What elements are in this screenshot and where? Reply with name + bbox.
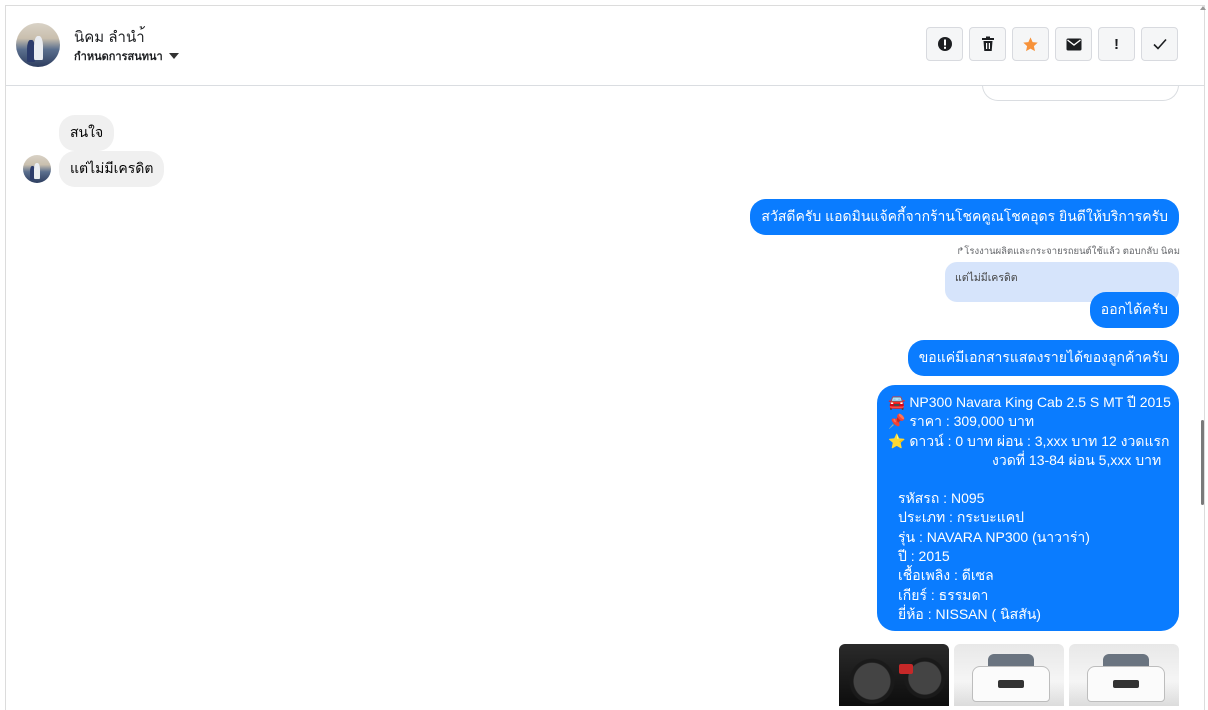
photo-attachments <box>839 644 1179 706</box>
vehicle-detail: เกียร์ : ธรรมดา <box>898 586 989 603</box>
vehicle-detail: ประเภท : กระบะแคป <box>898 509 1025 526</box>
mark-spam-button[interactable] <box>926 27 963 61</box>
vehicle-down-payment: ⭐ ดาวน์ : 0 บาท ผ่อน : 3,xxx บาท 12 งวดแ… <box>888 432 1170 449</box>
conversation-status-dropdown[interactable]: กำหนดการสนทนา <box>74 47 179 65</box>
mail-icon <box>1066 38 1081 50</box>
truck-photo[interactable] <box>954 644 1064 706</box>
scrollbar-thumb[interactable] <box>1201 420 1204 505</box>
contact-avatar[interactable] <box>16 23 60 67</box>
scroll-up-arrow[interactable] <box>1200 6 1206 10</box>
outgoing-message[interactable]: ออกได้ครับ <box>1089 292 1179 328</box>
incoming-message[interactable]: สนใจ <box>59 115 115 151</box>
vehicle-detail: รหัสรถ : N095 <box>898 490 985 507</box>
vehicle-detail: รุ่น : NAVARA NP300 (นาวาร่า) <box>898 528 1090 545</box>
vehicle-detail: ปี : 2015 <box>898 548 950 565</box>
follow-up-button[interactable]: ! <box>1098 27 1135 61</box>
star-button[interactable] <box>1012 27 1049 61</box>
truck-photo[interactable] <box>1069 644 1179 706</box>
outgoing-message[interactable]: สวัสดีครับ แอดมินแจ้คกี้จากร้านโชคคูณโชค… <box>750 199 1179 235</box>
outgoing-message[interactable]: ขอแค่มีเอกสารแสดงรายได้ของลูกค้าครับ <box>907 340 1179 376</box>
dashboard-photo[interactable] <box>839 644 949 706</box>
trash-icon <box>981 36 994 51</box>
conversation-status-label: กำหนดการสนทนา <box>74 51 163 63</box>
previous-message-bubble <box>982 86 1179 101</box>
vehicle-detail: เชื้อเพลิง : ดีเซล <box>898 567 994 584</box>
sender-avatar <box>23 155 51 183</box>
mark-unread-button[interactable] <box>1055 27 1092 61</box>
quoted-message-text: แต่ไม่มีเครดิต <box>955 272 1018 284</box>
vehicle-title: 🚘 NP300 Navara King Cab 2.5 S MT ปี 2015 <box>888 394 1171 410</box>
star-icon <box>1023 36 1038 51</box>
chat-window: นิคม ลำนำ้ กำหนดการสนทนา ! สนใจ แต่ไม่มี… <box>5 5 1205 710</box>
vehicle-detail: ยี่ห้อ : NISSAN ( นิสสัน) <box>898 605 1041 622</box>
reply-context-label: ↱โรงงานผลิตและกระจายรถยนต์ใช้แล้ว ตอบกลั… <box>956 246 1180 257</box>
conversation-header: นิคม ลำนำ้ กำหนดการสนทนา ! <box>6 6 1204 86</box>
caret-down-icon <box>168 53 179 59</box>
exclamation-icon: ! <box>1114 35 1119 53</box>
warning-icon <box>937 37 952 51</box>
vehicle-info-message[interactable]: 🚘 NP300 Navara King Cab 2.5 S MT ปี 2015… <box>877 385 1179 631</box>
incoming-message[interactable]: แต่ไม่มีเครดิต <box>59 151 165 187</box>
vehicle-price: 📌 ราคา : 309,000 บาท <box>888 413 1035 430</box>
check-icon <box>1152 38 1167 50</box>
action-toolbar: ! <box>926 27 1178 61</box>
contact-name[interactable]: นิคม ลำนำ้ <box>74 25 145 49</box>
message-thread: สนใจ แต่ไม่มีเครดิต สวัสดีครับ แอดมินแจ้… <box>6 86 1204 710</box>
delete-button[interactable] <box>969 27 1006 61</box>
vehicle-installment: งวดที่ 13-84 ผ่อน 5,xxx บาท <box>992 451 1162 468</box>
mark-done-button[interactable] <box>1141 27 1178 61</box>
